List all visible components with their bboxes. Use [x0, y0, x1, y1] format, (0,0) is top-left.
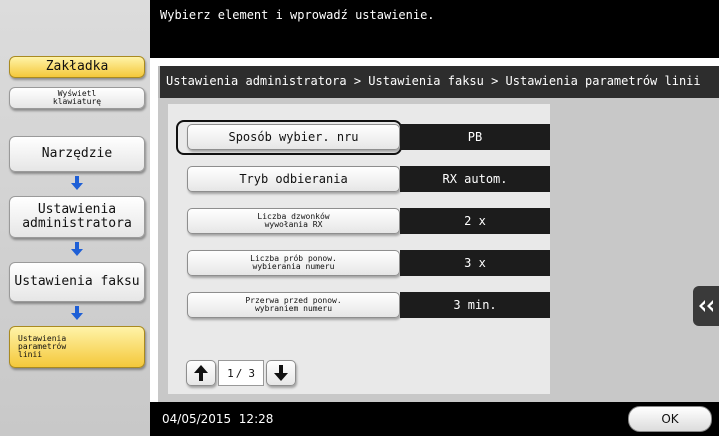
breadcrumb: Ustawienia administratora > Ustawienia f…: [158, 66, 719, 98]
page-total: 3: [248, 366, 255, 380]
receive-mode-value: RX autom.: [400, 166, 550, 192]
step-admin-settings-label: Ustawienia administratora: [22, 202, 132, 231]
redial-interval-value: 3 min.: [400, 292, 550, 318]
message-bar: Wybierz element i wprowadź ustawienie.: [150, 0, 719, 58]
arrow-down-icon: [71, 242, 83, 256]
rx-ring-count-value: 2 x: [400, 208, 550, 234]
setting-label: Sposób wybier. nru: [228, 130, 359, 144]
setting-label: Liczba dzwonków wywołania RX: [257, 212, 330, 229]
redial-attempts-value: 3 x: [400, 250, 550, 276]
instruction-text: Wybierz element i wprowadź ustawienie.: [160, 8, 435, 22]
expand-panel-tab[interactable]: [693, 286, 719, 326]
step-fax-settings-button[interactable]: Ustawienia faksu: [9, 262, 145, 302]
arrow-up-icon: [194, 365, 208, 381]
arrow-down-icon: [71, 306, 83, 320]
page-up-button[interactable]: [186, 360, 216, 386]
step-line-params-button[interactable]: Ustawienia parametrów linii: [9, 326, 145, 368]
tab-label: Zakładka: [45, 59, 109, 75]
step-admin-settings-button[interactable]: Ustawienia administratora: [9, 196, 145, 238]
redial-attempts-button[interactable]: Liczba prób ponow. wybierania numeru: [187, 250, 400, 276]
setting-label: Przerwa przed ponow. wybraniem numeru: [245, 296, 342, 313]
datetime: 04/05/2015 12:28: [162, 412, 274, 426]
page-current: 1: [227, 366, 234, 380]
page-indicator: 1 / 3: [218, 360, 264, 386]
double-chevron-left-icon: [699, 300, 713, 312]
setting-label: Liczba prób ponow. wybierania numeru: [250, 254, 337, 271]
setting-label: Tryb odbierania: [239, 172, 348, 186]
bottom-bar: 04/05/2015 12:28 OK: [150, 402, 719, 436]
sidebar: Zakładka Wyświetl klawiaturę Narzędzie U…: [0, 0, 150, 436]
show-keyboard-label: Wyświetl klawiaturę: [52, 89, 102, 106]
rx-ring-count-button[interactable]: Liczba dzwonków wywołania RX: [187, 208, 400, 234]
dialing-method-value: PB: [400, 124, 550, 150]
step-fax-settings-label: Ustawienia faksu: [14, 274, 140, 290]
step-tool-button[interactable]: Narzędzie: [9, 136, 145, 172]
pager: 1 / 3: [186, 360, 296, 386]
arrow-down-icon: [71, 176, 83, 190]
arrow-down-icon: [274, 365, 288, 381]
step-line-params-label: Ustawienia parametrów linii: [18, 334, 67, 359]
main-panel: Sposób wybier. nru PB Tryb odbierania RX…: [158, 98, 719, 402]
page-separator: /: [235, 366, 243, 380]
dialing-method-button[interactable]: Sposób wybier. nru: [187, 124, 400, 150]
step-tool-label: Narzędzie: [41, 146, 113, 162]
ok-button[interactable]: OK: [628, 406, 712, 432]
page-down-button[interactable]: [266, 360, 296, 386]
redial-interval-button[interactable]: Przerwa przed ponow. wybraniem numeru: [187, 292, 400, 318]
ok-label: OK: [661, 412, 679, 426]
breadcrumb-text: Ustawienia administratora > Ustawienia f…: [166, 74, 701, 88]
show-keyboard-button[interactable]: Wyświetl klawiaturę: [9, 87, 145, 109]
tab-button[interactable]: Zakładka: [9, 56, 145, 78]
receive-mode-button[interactable]: Tryb odbierania: [187, 166, 400, 192]
settings-list: Sposób wybier. nru PB Tryb odbierania RX…: [168, 104, 550, 394]
